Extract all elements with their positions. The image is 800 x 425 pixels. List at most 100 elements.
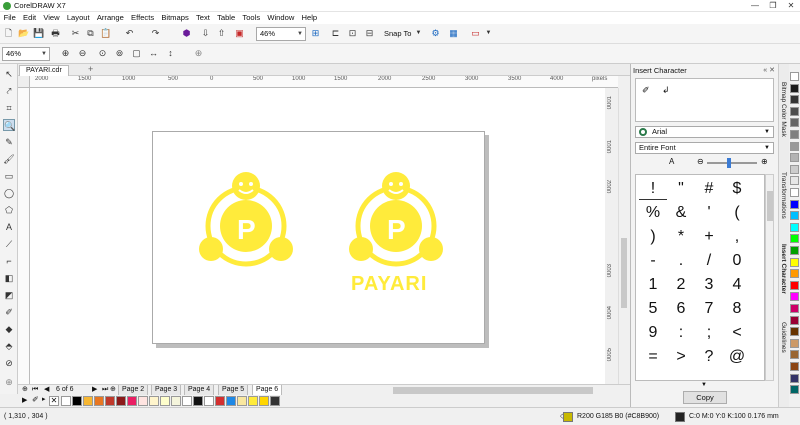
font-selector[interactable]: Arial ▼: [635, 126, 774, 138]
zoom-out-icon[interactable]: ⊖: [77, 48, 88, 59]
save-icon[interactable]: 💾: [33, 28, 44, 39]
copy-button[interactable]: Copy: [683, 391, 727, 404]
redo-icon[interactable]: ↷: [150, 28, 161, 39]
tab-guidelines[interactable]: Guidelines: [780, 322, 787, 353]
crop-tool-icon[interactable]: ⌗: [3, 102, 15, 114]
eyedropper-icon[interactable]: ✐: [32, 395, 39, 404]
smart-fill-tool-icon[interactable]: ⬘: [3, 340, 15, 352]
glyph-size-slider[interactable]: [707, 162, 757, 164]
menu-view[interactable]: View: [40, 12, 64, 24]
character-cell[interactable]: /: [695, 250, 723, 272]
zoom-level-combo[interactable]: 46% ▼: [256, 27, 306, 41]
text-tool-icon[interactable]: A: [3, 221, 15, 233]
palette-color-swatch[interactable]: [790, 141, 799, 151]
zoom-in-slider-icon[interactable]: ⊕: [761, 157, 768, 166]
launch-icon[interactable]: ▭: [470, 28, 481, 39]
document-color-swatch[interactable]: [105, 396, 115, 406]
docker-controls[interactable]: « ✕: [763, 66, 775, 74]
document-color-swatch[interactable]: [127, 396, 137, 406]
palette-color-swatch[interactable]: [790, 83, 799, 93]
document-color-swatch[interactable]: [61, 396, 71, 406]
palette-color-swatch[interactable]: [790, 304, 799, 313]
palette-color-swatch[interactable]: [790, 95, 799, 105]
eyedropper-preview-icon[interactable]: ✐: [642, 85, 650, 96]
palette-color-swatch[interactable]: [790, 362, 799, 371]
freehand-tool-icon[interactable]: ✎: [3, 136, 15, 148]
palette-arrow-icon[interactable]: ▶: [22, 396, 27, 404]
character-cell[interactable]: .: [667, 250, 695, 272]
zoom-page-icon[interactable]: ▢: [131, 48, 142, 59]
parallel-dimension-tool-icon[interactable]: ⟋: [3, 238, 15, 250]
vertical-scroll-thumb[interactable]: [621, 238, 627, 308]
character-cell[interactable]: 7: [695, 298, 723, 320]
menu-text[interactable]: Text: [192, 12, 213, 24]
document-color-swatch[interactable]: [270, 396, 280, 406]
character-cell[interactable]: #: [695, 178, 723, 200]
add-preset-icon[interactable]: ⊕: [193, 48, 204, 59]
menu-effects[interactable]: Effects: [127, 12, 157, 24]
no-color-swatch[interactable]: ✕: [49, 396, 59, 406]
zoom-in-icon[interactable]: ⊕: [60, 48, 71, 59]
zoom-height-icon[interactable]: ↕: [165, 48, 176, 59]
show-guidelines-icon[interactable]: ⊟: [364, 28, 375, 39]
color-eyedropper-tool-icon[interactable]: ✐: [3, 306, 15, 318]
palette-color-swatch[interactable]: [790, 269, 799, 279]
document-color-swatch[interactable]: [248, 396, 258, 406]
quick-customize-icon[interactable]: ⊕: [3, 376, 15, 388]
palette-color-swatch[interactable]: [790, 246, 799, 255]
character-cell[interactable]: +: [695, 226, 723, 248]
drawing-canvas[interactable]: P P PAYARI: [30, 88, 605, 384]
character-cell[interactable]: 4: [723, 274, 751, 296]
palette-color-swatch[interactable]: [790, 153, 799, 163]
payari-wordmark[interactable]: PAYARI: [351, 273, 427, 296]
page[interactable]: P P PAYARI: [152, 131, 485, 344]
snap-dropdown-arrow-icon[interactable]: ▼: [413, 28, 424, 39]
palette-color-swatch[interactable]: [790, 118, 799, 128]
document-color-swatch[interactable]: [83, 396, 93, 406]
full-screen-preview-icon[interactable]: ⊞: [310, 28, 321, 39]
pick-tool-icon[interactable]: ↖: [3, 68, 15, 80]
launch-dropdown-icon[interactable]: ▼: [483, 28, 494, 39]
character-cell[interactable]: ?: [695, 346, 723, 368]
palette-color-swatch[interactable]: [790, 327, 799, 337]
print-icon[interactable]: 🖶: [50, 28, 61, 39]
character-cell[interactable]: ;: [695, 322, 723, 344]
document-tab[interactable]: PAYARI.cdr: [19, 65, 69, 76]
zoom-property-combo[interactable]: 46% ▼: [2, 47, 50, 61]
document-color-swatch[interactable]: [138, 396, 148, 406]
show-rulers-icon[interactable]: ⊏: [330, 28, 341, 39]
document-color-swatch[interactable]: [94, 396, 104, 406]
tab-bitmap-color-mask[interactable]: Bitmap Color Mask: [780, 82, 787, 137]
polygon-tool-icon[interactable]: ⬠: [3, 204, 15, 216]
palette-color-swatch[interactable]: [790, 338, 799, 348]
character-cell[interactable]: (: [723, 202, 751, 224]
first-page-icon[interactable]: ⏮: [32, 385, 38, 395]
undo-icon[interactable]: ↶: [124, 28, 135, 39]
payari-logo-left[interactable]: P: [191, 169, 301, 269]
zoom-out-slider-icon[interactable]: ⊖: [697, 157, 704, 166]
palette-options-icon[interactable]: ▸: [42, 395, 46, 403]
copy-icon[interactable]: ⧉: [85, 28, 96, 39]
paste-icon[interactable]: 📋: [100, 28, 111, 39]
rectangle-tool-icon[interactable]: ▭: [3, 170, 15, 182]
search-content-icon[interactable]: ⬢: [181, 28, 192, 39]
show-grid-icon[interactable]: ⊡: [347, 28, 358, 39]
character-cell[interactable]: @: [723, 346, 751, 368]
connector-tool-icon[interactable]: ⌐: [3, 255, 15, 267]
application-launcher-icon[interactable]: ▦: [448, 28, 459, 39]
shape-tool-icon[interactable]: ⤤: [3, 85, 15, 97]
character-cell[interactable]: 3: [695, 274, 723, 296]
character-range-selector[interactable]: Entire Font ▼: [635, 142, 774, 154]
import-icon[interactable]: ⇩: [200, 28, 211, 39]
palette-color-swatch[interactable]: [790, 234, 799, 244]
character-cell[interactable]: -: [639, 250, 667, 272]
palette-color-swatch[interactable]: [790, 315, 799, 325]
menu-layout[interactable]: Layout: [63, 12, 93, 24]
character-cell[interactable]: ': [695, 202, 723, 224]
menu-edit[interactable]: Edit: [19, 12, 39, 24]
tab-insert-character[interactable]: Insert Character: [780, 244, 787, 294]
ellipse-tool-icon[interactable]: ◯: [3, 187, 15, 199]
palette-color-swatch[interactable]: [790, 373, 799, 383]
document-color-swatch[interactable]: [182, 396, 192, 406]
tab-transformations[interactable]: Transformations: [780, 172, 787, 219]
